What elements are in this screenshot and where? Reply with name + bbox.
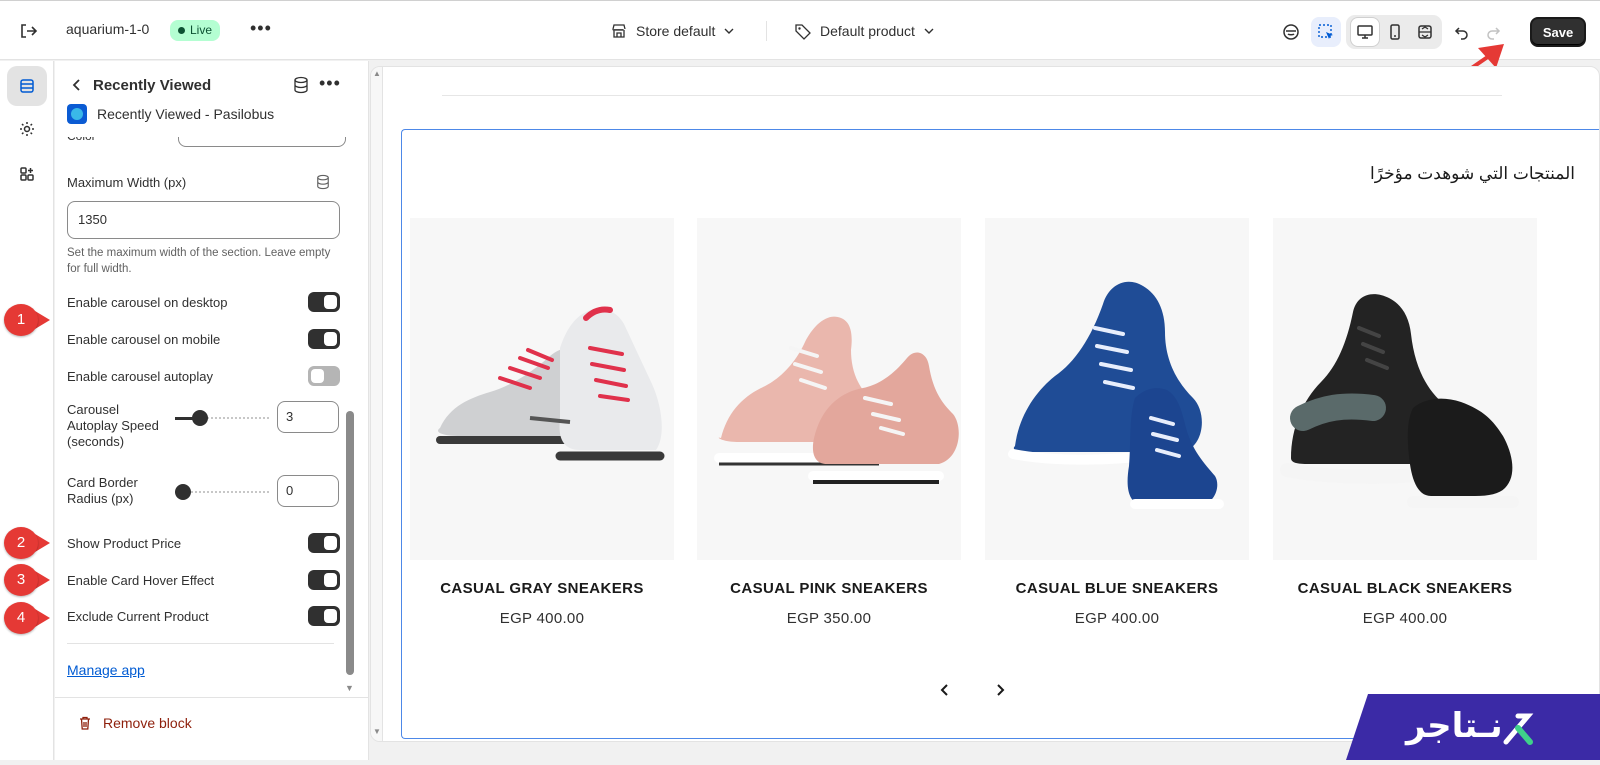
carousel-autoplay-toggle[interactable]: [308, 366, 340, 386]
recently-viewed-section[interactable]: المنتجات التي شوهدت مؤخرًا CASUAL GRAY S…: [401, 129, 1599, 739]
store-name: aquarium-1-0: [66, 21, 150, 37]
trash-icon: [80, 716, 90, 730]
inspector-select-icon[interactable]: [1311, 17, 1341, 47]
remove-block-button[interactable]: Remove block: [77, 715, 192, 731]
panel-title: Recently Viewed: [93, 77, 212, 94]
exit-icon[interactable]: [16, 19, 40, 43]
product-selector[interactable]: Default product: [794, 20, 935, 42]
tag-icon: [795, 24, 811, 40]
editor-rail: [0, 61, 54, 760]
more-actions-button[interactable]: •••: [250, 18, 272, 39]
border-radius-slider[interactable]: [175, 484, 269, 500]
editor-topbar: aquarium-1-0 Live ••• Store default Defa…: [0, 0, 1600, 60]
more-options-button[interactable]: •••: [319, 73, 341, 94]
autoplay-speed-label: Carousel Autoplay Speed (seconds): [67, 402, 159, 449]
max-width-input[interactable]: 1350: [67, 201, 340, 239]
status-badge: Live: [170, 20, 221, 41]
chevron-down-icon: [924, 28, 934, 34]
section-heading: المنتجات التي شوهدت مؤخرًا: [1370, 164, 1575, 183]
border-radius-input[interactable]: 0: [277, 475, 339, 507]
product-card[interactable]: CASUAL GRAY SNEAKERS EGP 400.00: [410, 218, 674, 627]
panel-scrollbar[interactable]: ▲ ▼: [343, 61, 357, 701]
product-price: EGP 400.00: [1362, 610, 1448, 627]
product-card[interactable]: CASUAL BLUE SNEAKERS EGP 400.00: [985, 218, 1249, 627]
max-width-help: Set the maximum width of the section. Le…: [67, 247, 331, 275]
product-title[interactable]: CASUAL BLUE SNEAKERS: [985, 580, 1249, 597]
block-settings-panel: Color Recently Viewed ••• Recently Viewe…: [55, 61, 369, 760]
mobile-view-icon[interactable]: [1380, 17, 1410, 47]
panel-header: Recently Viewed ••• Recently Viewed - Pa…: [55, 61, 355, 137]
product-image[interactable]: [1273, 218, 1537, 560]
scrollbar-thumb[interactable]: [346, 411, 354, 675]
product-card[interactable]: CASUAL PINK SNEAKERS EGP 350.00: [697, 218, 961, 627]
app-logo-icon: [67, 104, 87, 124]
manage-app-link[interactable]: Manage app: [67, 662, 145, 678]
carousel-autoplay-label: Enable carousel autoplay: [67, 369, 213, 384]
product-image[interactable]: [697, 218, 961, 560]
show-price-label: Show Product Price: [67, 536, 182, 551]
store-selector-label: Store default: [636, 23, 716, 39]
brand-text: نـتاجر: [1406, 706, 1503, 746]
chevron-right-icon: [997, 684, 1005, 696]
product-selector-label: Default product: [820, 23, 915, 39]
panel-footer: Remove block: [55, 697, 368, 760]
carousel-mobile-label: Enable carousel on mobile: [67, 332, 221, 347]
product-image[interactable]: [410, 218, 674, 560]
carousel-desktop-toggle[interactable]: [308, 292, 340, 312]
autoplay-speed-input[interactable]: 3: [277, 401, 339, 433]
autoplay-speed-slider[interactable]: [175, 410, 269, 426]
chevron-down-icon: [724, 28, 734, 34]
accessibility-preview-icon[interactable]: [1276, 17, 1306, 47]
desktop-view-icon[interactable]: [1350, 17, 1380, 47]
slider-thumb[interactable]: [175, 484, 191, 500]
product-card[interactable]: CASUAL BLACK SNEAKERS EGP 400.00: [1273, 218, 1537, 627]
save-button[interactable]: Save: [1530, 17, 1586, 47]
divider: [67, 643, 334, 644]
back-arrow-icon[interactable]: [67, 75, 87, 95]
product-title[interactable]: CASUAL PINK SNEAKERS: [697, 580, 961, 597]
slider-thumb[interactable]: [192, 410, 208, 426]
sneaker-image-gray: [436, 306, 665, 461]
database-icon[interactable]: [316, 174, 330, 195]
carousel-next-button[interactable]: [988, 678, 1012, 702]
product-image[interactable]: [985, 218, 1249, 560]
brand-logo: نـتاجر: [1346, 694, 1600, 760]
sneaker-image-pink: [714, 316, 959, 484]
storefront-preview: ▲ ▼ المنتجات التي شوهدت مؤخرًا CASUAL GR…: [370, 66, 1600, 742]
product-title[interactable]: CASUAL GRAY SNEAKERS: [410, 580, 674, 597]
hover-effect-label: Enable Card Hover Effect: [67, 573, 215, 588]
product-price: EGP 400.00: [1074, 610, 1160, 627]
product-price: EGP 400.00: [499, 610, 585, 627]
preview-scrollbar[interactable]: ▲ ▼: [371, 67, 383, 741]
sections-icon[interactable]: [7, 66, 47, 106]
max-width-label: Maximum Width (px): [67, 175, 187, 190]
carousel-mobile-toggle[interactable]: [308, 329, 340, 349]
sneaker-image-black: [1280, 294, 1519, 508]
product-price: EGP 350.00: [786, 610, 872, 627]
divider: [766, 21, 767, 41]
border-radius-label: Card Border Radius (px): [67, 475, 138, 506]
scroll-down-arrow[interactable]: ▼: [345, 683, 354, 693]
chevron-left-icon: [940, 684, 948, 696]
app-name: Recently Viewed - Pasilobus: [97, 106, 275, 122]
remove-block-label: Remove block: [103, 715, 192, 731]
exclude-current-toggle[interactable]: [308, 606, 340, 626]
store-icon: [612, 24, 626, 38]
carousel-prev-button[interactable]: [933, 678, 957, 702]
carousel-desktop-label: Enable carousel on desktop: [67, 295, 228, 310]
store-selector[interactable]: Store default: [610, 20, 735, 42]
show-price-toggle[interactable]: [308, 533, 340, 553]
settings-gear-icon[interactable]: [7, 109, 47, 149]
product-title[interactable]: CASUAL BLACK SNEAKERS: [1273, 580, 1537, 597]
database-icon[interactable]: [293, 76, 309, 99]
divider: [442, 95, 1502, 96]
hover-effect-toggle[interactable]: [308, 570, 340, 590]
apps-icon[interactable]: [7, 154, 47, 194]
exclude-current-label: Exclude Current Product: [67, 609, 209, 624]
sneaker-image-blue: [1008, 281, 1224, 509]
